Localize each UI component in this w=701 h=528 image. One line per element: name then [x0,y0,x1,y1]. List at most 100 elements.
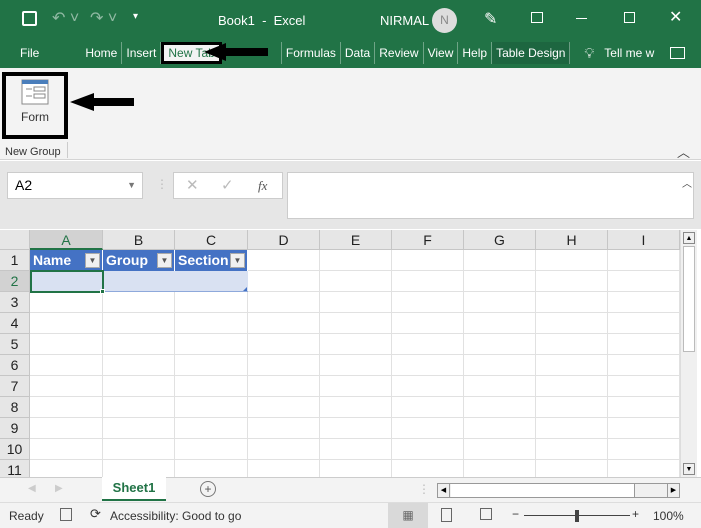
accessibility-status[interactable]: Accessibility: Good to go [110,509,241,523]
comments-icon[interactable] [670,47,685,59]
maximize-icon[interactable] [624,12,635,23]
cell-d10[interactable] [248,439,320,460]
column-header-a[interactable]: A [30,230,103,250]
ribbon-display-icon[interactable] [531,12,543,23]
cell-e9[interactable] [320,418,392,439]
form-button[interactable]: Form [2,72,68,139]
cell-c5[interactable] [175,334,248,355]
page-layout-view-button[interactable] [441,508,452,522]
cell-b3[interactable] [103,292,175,313]
table-header-section[interactable]: Section ▼ [175,250,248,271]
add-sheet-icon[interactable]: + [200,481,216,497]
close-icon[interactable]: ✕ [669,7,682,27]
column-header-b[interactable]: B [103,230,175,250]
cell-c7[interactable] [175,376,248,397]
avatar[interactable]: N [432,8,457,33]
cell-a4[interactable] [30,313,103,334]
tab-home[interactable]: Home [55,42,123,64]
chevron-down-icon[interactable]: ▼ [127,173,136,198]
cell-i10[interactable] [608,439,680,460]
prev-sheet-icon[interactable]: ◀ [28,483,36,494]
cell-g3[interactable] [464,292,536,313]
expand-formula-icon[interactable]: ︿ [682,175,692,190]
cell-i2[interactable] [608,271,680,292]
cell-e5[interactable] [320,334,392,355]
cell-h1[interactable] [536,250,608,271]
cell-h9[interactable] [536,418,608,439]
cell-b8[interactable] [103,397,175,418]
cell-h10[interactable] [536,439,608,460]
cell-g10[interactable] [464,439,536,460]
row-header-8[interactable]: 8 [0,397,30,418]
cell-f7[interactable] [392,376,464,397]
cell-h2[interactable] [536,271,608,292]
cancel-icon[interactable]: ✕ [186,173,199,198]
sheet-tab-sheet1[interactable]: Sheet1 [102,477,166,501]
row-header-7[interactable]: 7 [0,376,30,397]
splitter-handle[interactable]: ⋮ [156,177,168,191]
row-header-3[interactable]: 3 [0,292,30,313]
column-header-f[interactable]: F [392,230,464,250]
cell-d8[interactable] [248,397,320,418]
zoom-in-button[interactable]: + [632,507,639,521]
table-header-group[interactable]: Group ▼ [103,250,175,271]
cell-b7[interactable] [103,376,175,397]
cell-c8[interactable] [175,397,248,418]
column-header-e[interactable]: E [320,230,392,250]
filter-dropdown-icon[interactable]: ▼ [85,253,100,268]
cell-g2[interactable] [464,271,536,292]
cell-g4[interactable] [464,313,536,334]
cell-b5[interactable] [103,334,175,355]
accessibility-icon[interactable]: ⟳ [90,506,101,522]
cell-d5[interactable] [248,334,320,355]
zoom-level[interactable]: 100% [653,509,684,523]
cell-f4[interactable] [392,313,464,334]
cell-h4[interactable] [536,313,608,334]
cell-e10[interactable] [320,439,392,460]
cell-a3[interactable] [30,292,103,313]
row-header-9[interactable]: 9 [0,418,30,439]
name-box[interactable]: A2 ▼ [7,172,143,199]
macro-record-icon[interactable] [60,508,72,521]
customize-qat-icon[interactable]: ▾ [133,11,138,22]
column-header-i[interactable]: I [608,230,680,250]
row-header-6[interactable]: 6 [0,355,30,376]
coauthor-icon[interactable]: ✎ [484,9,497,29]
cell-i3[interactable] [608,292,680,313]
cell-f6[interactable] [392,355,464,376]
scroll-up-icon[interactable]: ▲ [683,232,695,244]
cell-e3[interactable] [320,292,392,313]
cell-h6[interactable] [536,355,608,376]
tab-review[interactable]: Review [375,42,424,64]
cell-d3[interactable] [248,292,320,313]
filter-dropdown-icon[interactable]: ▼ [157,253,172,268]
cell-f5[interactable] [392,334,464,355]
next-sheet-icon[interactable]: ▶ [55,483,63,494]
tab-formulas[interactable]: Formulas [282,42,341,64]
cell-a5[interactable] [30,334,103,355]
cell-b4[interactable] [103,313,175,334]
minimize-icon[interactable] [576,18,587,19]
cell-h5[interactable] [536,334,608,355]
cell-f1[interactable] [392,250,464,271]
cell-g8[interactable] [464,397,536,418]
cell-i6[interactable] [608,355,680,376]
cell-b10[interactable] [103,439,175,460]
collapse-ribbon-icon[interactable]: ︿ [677,142,690,161]
cell-f10[interactable] [392,439,464,460]
cell-c10[interactable] [175,439,248,460]
column-header-c[interactable]: C [175,230,248,250]
cell-b9[interactable] [103,418,175,439]
fill-handle[interactable] [100,289,105,294]
cell-e6[interactable] [320,355,392,376]
cell-f3[interactable] [392,292,464,313]
row-header-10[interactable]: 10 [0,439,30,460]
lightbulb-icon[interactable]: 💡︎ [584,45,594,62]
scroll-thumb-h[interactable] [451,484,635,497]
cell-i9[interactable] [608,418,680,439]
cell-h7[interactable] [536,376,608,397]
cell-a7[interactable] [30,376,103,397]
column-header-d[interactable]: D [248,230,320,250]
horizontal-scrollbar[interactable]: ◀ ▶ [437,483,680,498]
cell-i4[interactable] [608,313,680,334]
